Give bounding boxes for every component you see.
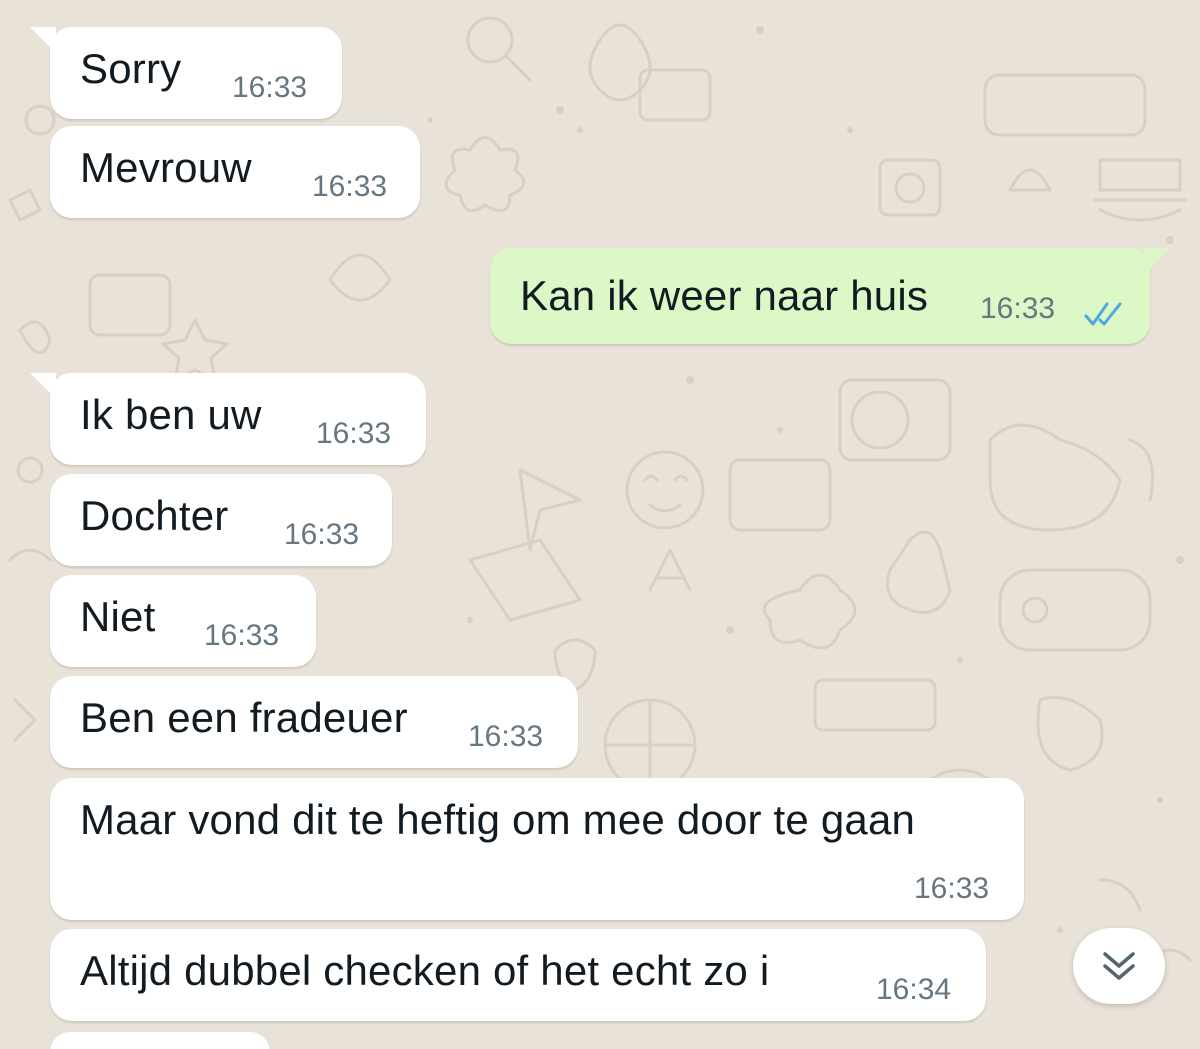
message-bubble-incoming[interactable]: Sorry 16:33	[30, 27, 342, 119]
message-text: Altijd dubbel checken of het echt zo i	[80, 947, 770, 994]
message-time: 16:34	[876, 973, 952, 1006]
message-text: Ben een fradeuer	[80, 694, 408, 741]
message-bubble-incoming[interactable]: Ik ben uw 16:33	[30, 373, 426, 465]
message-bubble-incoming[interactable]: Niet 16:33	[50, 575, 316, 667]
message-text: Kan ik weer naar huis	[520, 272, 929, 319]
message-time: 16:33	[312, 170, 388, 203]
bubble-tail	[30, 27, 56, 53]
message-text: Niet	[80, 593, 156, 640]
message-bubble-incoming[interactable]: Maar vond dit te heftig om mee door te g…	[50, 778, 1024, 920]
message-bubble-incoming[interactable]: Dochter 16:33	[50, 474, 392, 566]
message-text: Dochter	[80, 492, 229, 539]
message-bubble-incoming[interactable]: Altijd dubbel checken of het echt zo i 1…	[50, 929, 986, 1021]
message-bubble-incoming[interactable]: Mevrouw 16:33	[50, 126, 420, 218]
bubble-tail	[1144, 248, 1170, 274]
message-bubble-outgoing[interactable]: Kan ik weer naar huis 16:33	[490, 248, 1170, 344]
message-text: Ik ben uw	[80, 391, 262, 438]
bubble-tail	[30, 373, 56, 399]
message-time: 16:33	[914, 872, 990, 905]
message-time: 16:33	[316, 417, 392, 450]
message-text: Sorry	[80, 45, 182, 92]
message-bubble-incoming[interactable]: Ben een fradeuer 16:33	[50, 676, 578, 768]
chat-view[interactable]: Sorry 16:33 Mevrouw 16:33 Kan ik weer na…	[0, 0, 1200, 1049]
double-chevron-down-icon	[1103, 952, 1135, 980]
message-time: 16:33	[284, 518, 360, 551]
message-text: Maar vond dit te heftig om mee door te g…	[80, 796, 916, 843]
message-bubble-incoming-partial[interactable]	[50, 1032, 270, 1049]
message-time: 16:33	[468, 720, 544, 753]
message-time: 16:33	[980, 292, 1056, 325]
double-check-read-icon	[1084, 302, 1122, 326]
message-text: Mevrouw	[80, 144, 252, 191]
message-time: 16:33	[232, 71, 308, 104]
message-time: 16:33	[204, 619, 280, 652]
scroll-to-bottom-button[interactable]	[1073, 928, 1165, 1004]
